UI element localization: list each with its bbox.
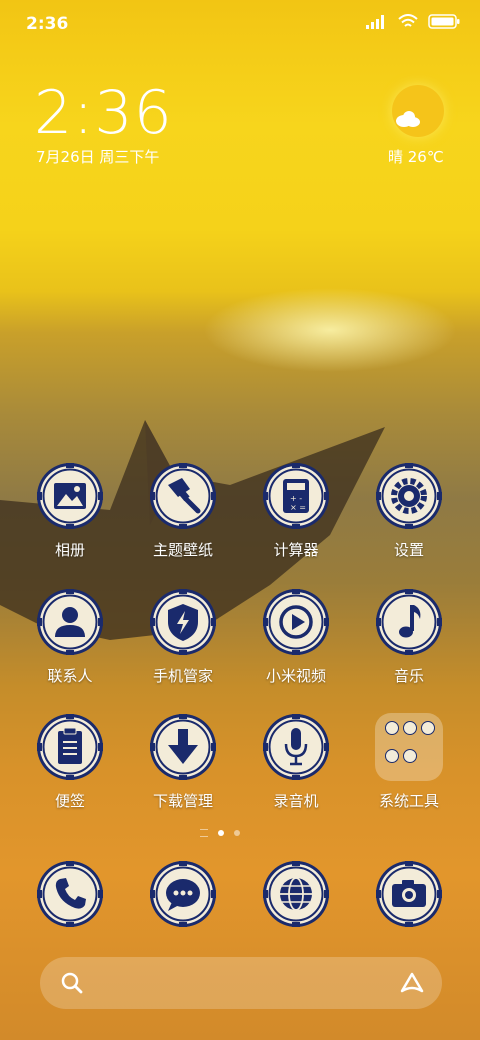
app-folder-tools[interactable]: 系统工具 bbox=[354, 712, 464, 811]
assistant-icon[interactable] bbox=[398, 971, 426, 995]
signal-icon bbox=[366, 14, 384, 29]
gear-icon bbox=[375, 462, 443, 530]
download-arrow-icon bbox=[149, 713, 217, 781]
partly-cloudy-icon bbox=[396, 111, 420, 127]
app-calculator[interactable]: + - × = 计算器 bbox=[241, 461, 351, 560]
message-icon bbox=[149, 860, 217, 928]
battery-icon bbox=[428, 14, 460, 29]
paintbrush-icon bbox=[149, 462, 217, 530]
app-gallery[interactable]: 相册 bbox=[15, 461, 125, 560]
app-downloads[interactable]: 下载管理 bbox=[128, 712, 238, 811]
app-label: 联系人 bbox=[47, 667, 93, 685]
app-label: 主题壁纸 bbox=[152, 541, 213, 559]
search-icon bbox=[61, 972, 83, 994]
app-label: 系统工具 bbox=[378, 792, 439, 810]
camera-icon bbox=[375, 860, 443, 928]
app-notes[interactable]: 便签 bbox=[15, 712, 125, 811]
app-label: 便签 bbox=[54, 792, 85, 810]
app-settings[interactable]: 设置 bbox=[354, 461, 464, 560]
gallery-icon bbox=[36, 462, 104, 530]
app-music[interactable]: 音乐 bbox=[354, 587, 464, 686]
folder-icon bbox=[375, 713, 443, 781]
search-bar[interactable] bbox=[40, 957, 442, 1009]
svg-text:× =: × = bbox=[290, 503, 306, 512]
app-label: 计算器 bbox=[273, 541, 319, 559]
app-label: 音乐 bbox=[393, 667, 424, 685]
app-label: 相册 bbox=[54, 541, 85, 559]
clock-widget-time[interactable]: 2:36 bbox=[34, 78, 173, 148]
weather-text: 晴 26℃ bbox=[388, 148, 444, 166]
app-label: 录音机 bbox=[273, 792, 319, 810]
microphone-icon bbox=[262, 713, 330, 781]
app-label: 设置 bbox=[393, 541, 424, 559]
dock-browser[interactable] bbox=[241, 859, 351, 929]
music-note-icon bbox=[375, 588, 443, 656]
notepad-icon bbox=[36, 713, 104, 781]
app-label: 小米视频 bbox=[265, 667, 326, 685]
app-themes[interactable]: 主题壁纸 bbox=[128, 461, 238, 560]
clock-widget-date: 7月26日 周三下午 bbox=[36, 148, 160, 166]
dock-messages[interactable] bbox=[128, 859, 238, 929]
wifi-icon bbox=[398, 14, 418, 27]
app-contacts[interactable]: 联系人 bbox=[15, 587, 125, 686]
dock-phone[interactable] bbox=[15, 859, 125, 929]
calculator-icon: + - × = bbox=[262, 462, 330, 530]
dock-camera[interactable] bbox=[354, 859, 464, 929]
app-video[interactable]: 小米视频 bbox=[241, 587, 351, 686]
app-recorder[interactable]: 录音机 bbox=[241, 712, 351, 811]
status-time: 2:36 bbox=[26, 14, 69, 34]
status-bar: 2:36 bbox=[0, 0, 480, 50]
play-icon bbox=[262, 588, 330, 656]
app-security[interactable]: 手机管家 bbox=[128, 587, 238, 686]
globe-icon bbox=[262, 860, 330, 928]
app-label: 手机管家 bbox=[152, 667, 213, 685]
page-indicator[interactable] bbox=[200, 829, 240, 837]
shield-bolt-icon bbox=[149, 588, 217, 656]
person-icon bbox=[36, 588, 104, 656]
page-list-icon bbox=[200, 829, 208, 837]
phone-icon bbox=[36, 860, 104, 928]
svg-text:+ -: + - bbox=[290, 494, 302, 503]
page-dot bbox=[234, 830, 240, 836]
page-dot-active bbox=[218, 830, 224, 836]
app-label: 下载管理 bbox=[152, 792, 213, 810]
weather-widget[interactable] bbox=[392, 85, 444, 137]
